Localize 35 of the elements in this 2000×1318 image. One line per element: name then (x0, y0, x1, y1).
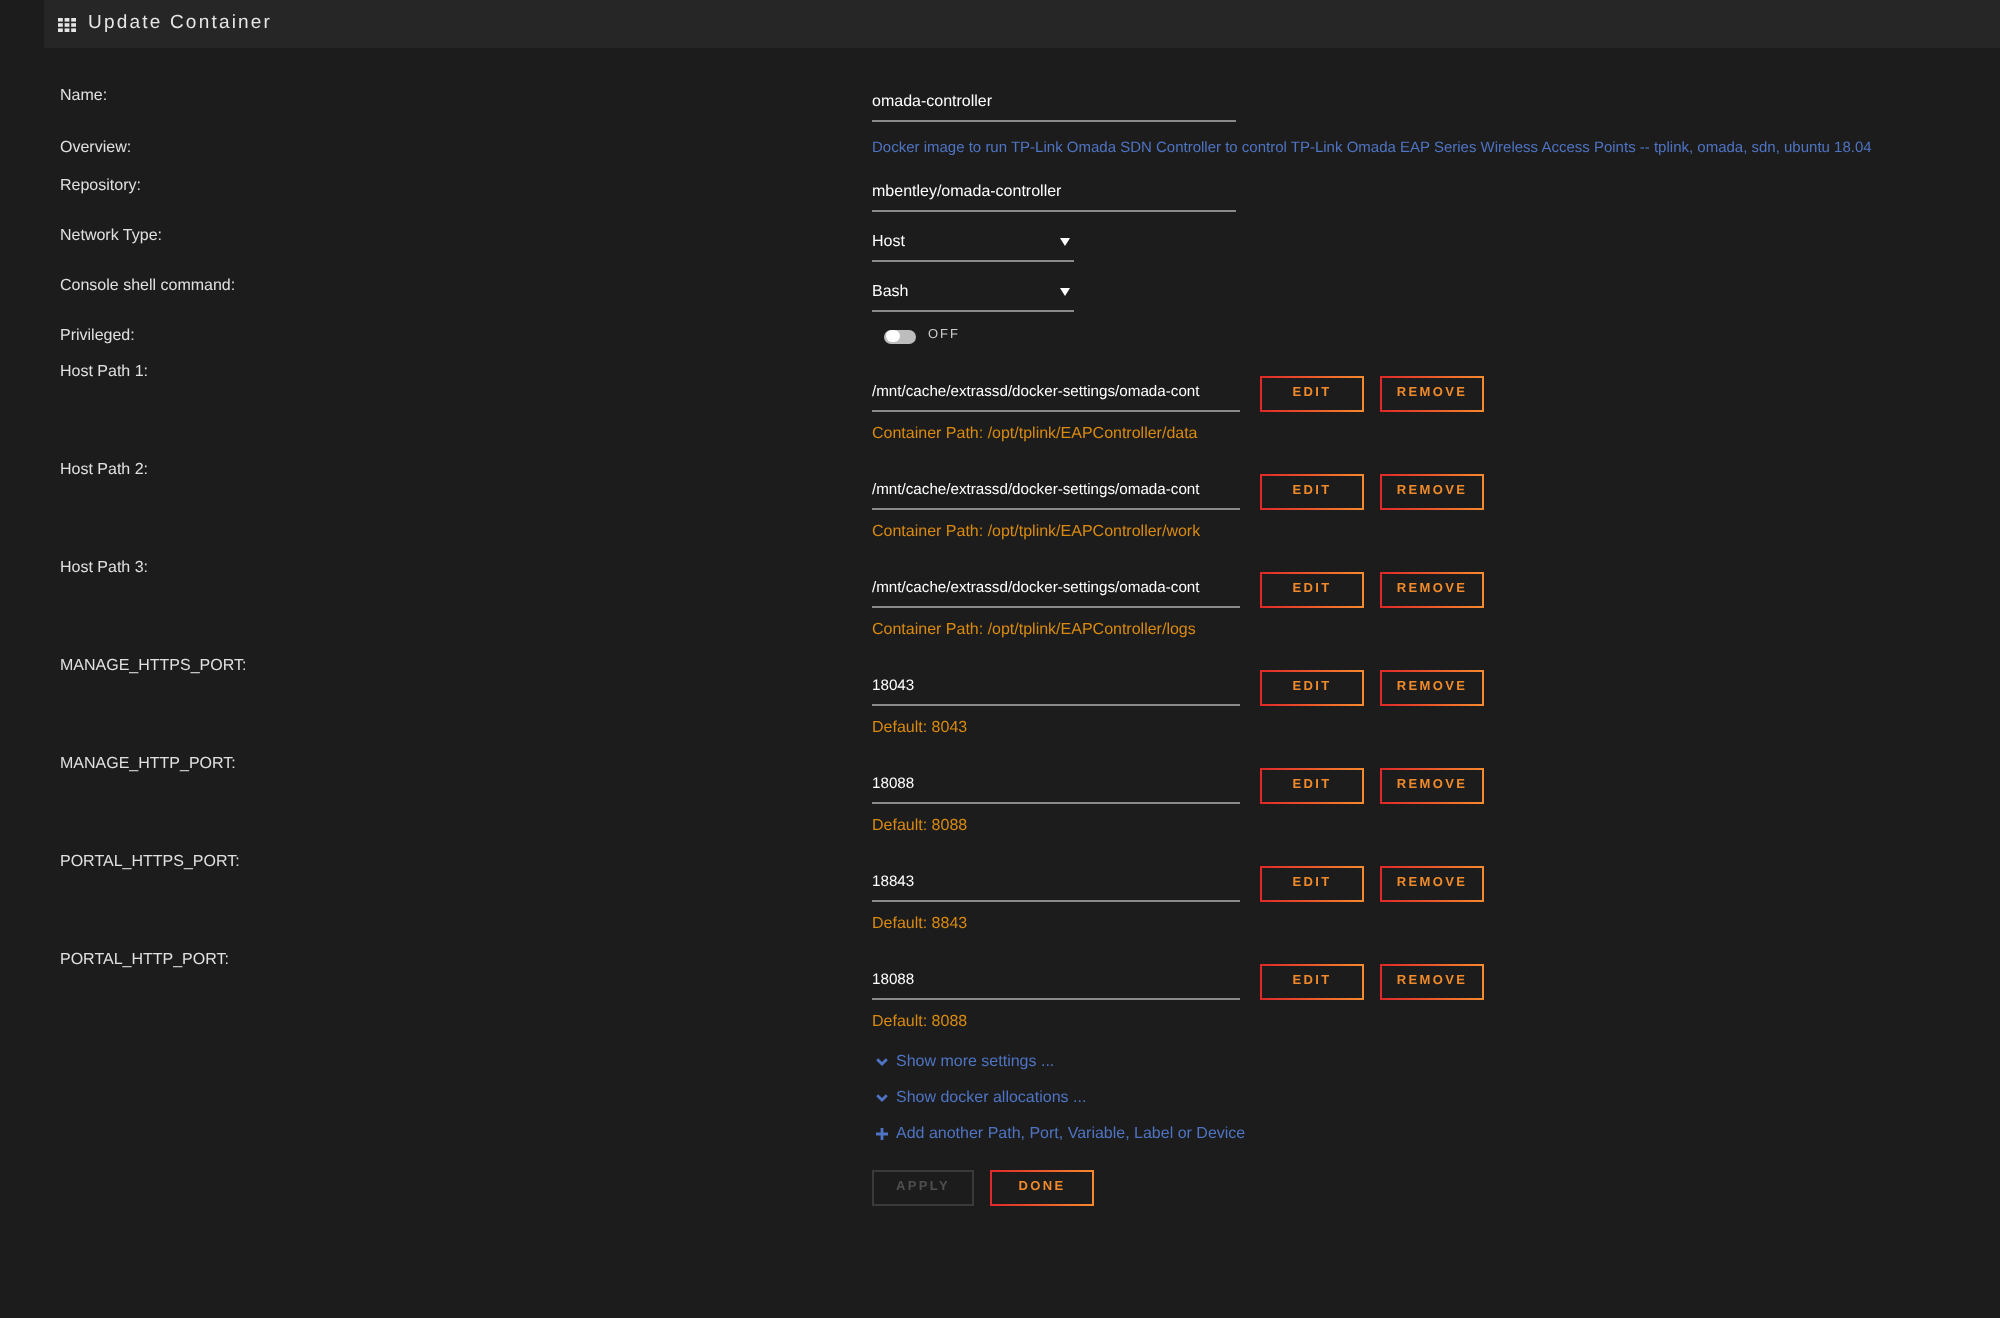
chevron-down-icon (876, 1094, 888, 1102)
hint-text: Container Path: /opt/tplink/EAPController/data (872, 422, 1200, 446)
hint-text: Container Path: /opt/tplink/EAPController/logs (872, 618, 1198, 642)
toggle-switch[interactable] (884, 329, 916, 343)
field-label: Host Path 3: (60, 556, 151, 580)
text-field[interactable]: omada-controller (872, 84, 1236, 122)
hint-text: Default: 8088 (872, 1010, 970, 1034)
field-label: MANAGE_HTTP_PORT: (60, 752, 238, 776)
field-label: MANAGE_HTTPS_PORT: (60, 654, 249, 678)
caret-down-icon (1060, 238, 1070, 246)
field-label: PORTAL_HTTPS_PORT: (60, 850, 242, 874)
add-link[interactable]: Add another Path, Port, Variable, Label or Device (872, 1122, 1246, 1146)
field-label: Name: (60, 84, 110, 108)
caret-down-icon (1060, 288, 1070, 296)
hint-text: Container Path: /opt/tplink/EAPController/work (872, 520, 1203, 544)
hint-text: Default: 8088 (872, 814, 970, 838)
window-title: Update Container (88, 12, 273, 36)
field-label: Overview: (60, 136, 134, 160)
text-field[interactable]: mbentley/omada-controller (872, 174, 1236, 212)
field-label: Console shell command: (60, 274, 238, 298)
dropdown[interactable]: Host (872, 224, 1074, 262)
plus-icon (876, 1128, 888, 1140)
field-label: Repository: (60, 174, 143, 198)
field-label: PORTAL_HTTP_PORT: (60, 948, 231, 972)
field-label: Host Path 1: (60, 360, 151, 384)
expand-link[interactable]: Show docker allocations ... (872, 1086, 1087, 1110)
field-label: Host Path 2: (60, 458, 151, 482)
hint-text: Default: 8843 (872, 912, 970, 936)
field-label: Network Type: (60, 224, 164, 248)
dropdown[interactable]: Bash (872, 274, 1074, 312)
chevron-down-icon (876, 1058, 888, 1066)
grid-icon (58, 17, 76, 31)
expand-link[interactable]: Show more settings ... (872, 1050, 1055, 1074)
hint-text: Default: 8043 (872, 716, 970, 740)
field-label: Privileged: (60, 324, 137, 348)
